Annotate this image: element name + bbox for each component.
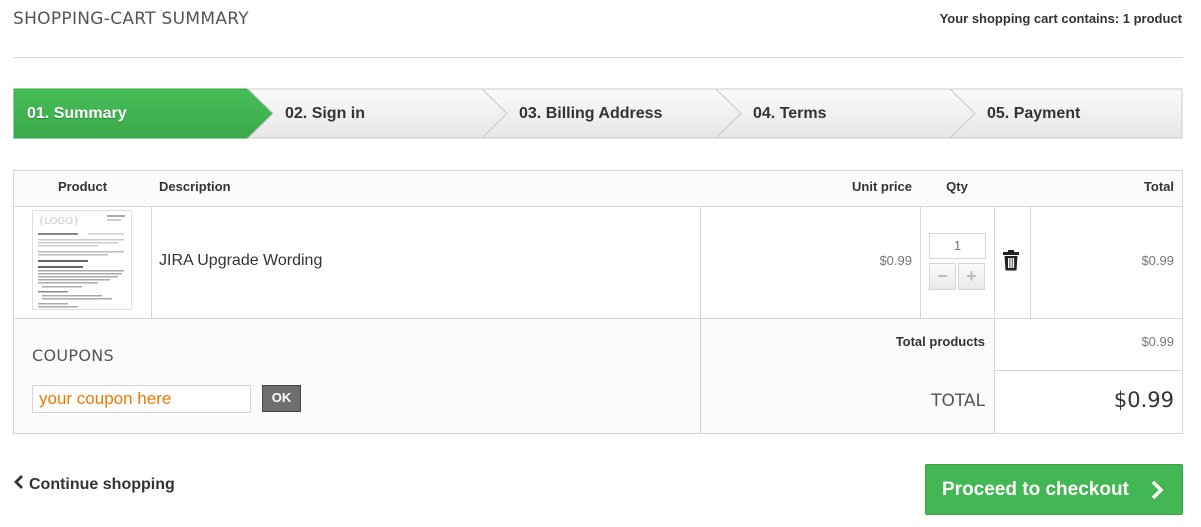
product-thumbnail[interactable]: {LOGO} <box>32 210 132 310</box>
quantity-input[interactable]: 1 <box>929 233 986 259</box>
checkout-label: Proceed to checkout <box>942 479 1129 500</box>
total-label: TOTAL <box>931 391 985 411</box>
continue-shopping-label: Continue shopping <box>29 476 175 493</box>
row-total: $0.99 <box>1141 253 1174 268</box>
chevron-left-icon <box>13 475 29 494</box>
step-summary[interactable]: 01. Summary <box>13 88 275 139</box>
cart-table: Product Description Unit price Qty Total… <box>13 170 1183 434</box>
cart-count: Your shopping cart contains: 1 product <box>939 11 1182 26</box>
step-label: 05. Payment <box>987 105 1081 122</box>
total-value: $0.99 <box>1113 388 1174 412</box>
header-qty: Qty <box>946 179 968 194</box>
step-sign-in[interactable]: 02. Sign in <box>246 88 509 139</box>
checkout-steps: 01. Summary 02. Sign in 03. Billing Addr… <box>13 88 1183 139</box>
grid-line <box>14 206 1182 207</box>
step-label: 04. Terms <box>753 105 827 122</box>
product-description-link[interactable]: JIRA Upgrade Wording <box>159 252 322 270</box>
header-description: Description <box>159 179 231 194</box>
coupon-ok-button[interactable]: OK <box>262 385 301 412</box>
document-preview-image: {LOGO} <box>38 215 125 308</box>
proceed-to-checkout-button[interactable]: Proceed to checkout <box>925 464 1183 515</box>
step-terms[interactable]: 04. Terms <box>714 88 977 139</box>
header-total: Total <box>1143 179 1174 194</box>
coupons-title: COUPONS <box>32 346 114 365</box>
step-label: 01. Summary <box>27 105 127 122</box>
continue-shopping-link[interactable]: Continue shopping <box>13 475 175 494</box>
total-products-value: $0.99 <box>1141 334 1174 349</box>
page-title: SHOPPING-CART SUMMARY <box>13 9 249 29</box>
step-billing-address[interactable]: 03. Billing Address <box>480 88 743 139</box>
header-divider <box>13 57 1183 58</box>
unit-price: $0.99 <box>879 253 912 268</box>
coupons-panel <box>14 319 700 433</box>
trash-icon[interactable] <box>1002 250 1022 272</box>
chevron-right-icon <box>1151 480 1164 500</box>
header-product: Product <box>57 179 108 194</box>
thumbnail-logo-text: {LOGO} <box>38 216 79 227</box>
total-products-label: Total products <box>895 334 985 349</box>
coupon-input[interactable] <box>32 385 251 413</box>
step-label: 03. Billing Address <box>519 105 663 122</box>
step-label: 02. Sign in <box>285 105 366 122</box>
plus-icon[interactable]: + <box>958 263 985 290</box>
header-unit-price: Unit price <box>852 179 912 194</box>
minus-icon[interactable]: − <box>929 263 956 290</box>
step-payment[interactable]: 05. Payment <box>948 88 1183 139</box>
